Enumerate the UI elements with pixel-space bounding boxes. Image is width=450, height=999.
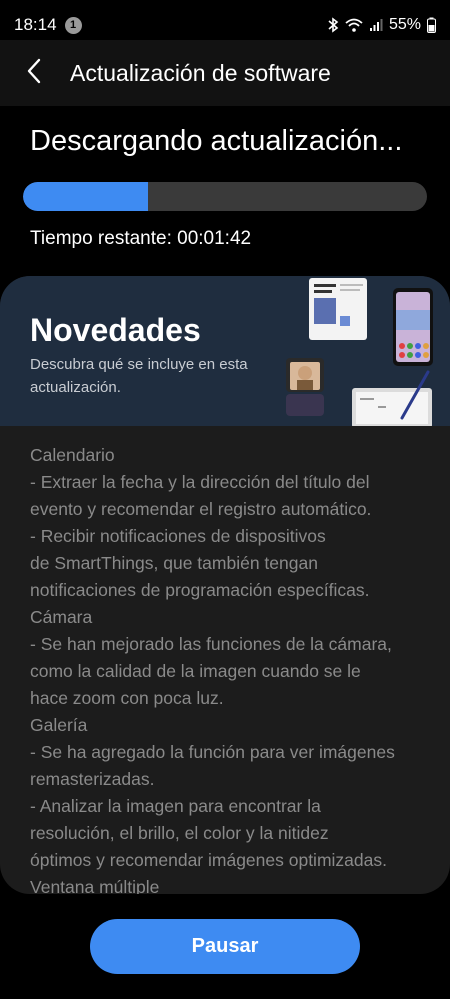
download-progress-fill (23, 182, 149, 211)
status-right: 55% (327, 16, 436, 34)
page-title: Actualización de software (70, 59, 331, 86)
release-note-line: Calendario (30, 445, 115, 465)
app-header: Actualización de software (0, 40, 450, 106)
release-notes: Calendario - Extraer la fecha y la direc… (30, 442, 430, 894)
release-note-line: Galería (30, 715, 88, 735)
release-note-line: óptimos y recomendar imágenes optimizada… (30, 850, 387, 870)
wifi-icon (345, 18, 363, 32)
battery-charging-icon (427, 17, 436, 33)
whats-new-card[interactable]: Novedades Descubra qué se incluye en est… (0, 276, 450, 894)
pause-button[interactable]: Pausar (90, 919, 360, 974)
whats-new-title: Novedades (30, 312, 201, 348)
device-showcase-illustration (286, 278, 433, 426)
release-note-line: notificaciones de programación específic… (30, 580, 370, 600)
release-note-line: como la calidad de la imagen cuando se l… (30, 661, 361, 681)
battery-percentage: 55% (388, 16, 421, 33)
download-progress-bar (23, 182, 427, 211)
release-note-line: - Se ha agregado la función para ver imá… (30, 742, 395, 762)
download-status-title: Descargando actualización... (30, 125, 403, 157)
signal-icon (369, 18, 383, 32)
status-left: 18:14 1 (14, 15, 82, 35)
release-note-line: resolución, el brillo, el color y la nit… (30, 823, 329, 843)
whats-new-banner: Novedades Descubra qué se incluye en est… (0, 276, 450, 426)
bluetooth-icon (327, 17, 339, 33)
whats-new-subtitle: Descubra qué se incluye en esta actualiz… (30, 356, 248, 396)
release-note-line: - Recibir notificaciones de dispositivos (30, 526, 326, 546)
release-note-line: - Analizar la imagen para encontrar la (30, 796, 321, 816)
release-note-line: de SmartThings, que también tengan (30, 553, 318, 573)
status-time: 18:14 (14, 15, 57, 34)
release-note-line: - Extraer la fecha y la dirección del tí… (30, 472, 370, 492)
release-note-line: evento y recomendar el registro automáti… (30, 499, 372, 519)
release-note-line: Ventana múltiple (30, 877, 160, 894)
release-note-line: - Se han mejorado las funciones de la cá… (30, 634, 392, 654)
release-note-line: remasterizadas. (30, 769, 155, 789)
time-remaining: Tiempo restante: 00:01:42 (30, 228, 252, 249)
notification-count-badge: 1 (64, 16, 82, 34)
back-button[interactable] (4, 43, 64, 103)
chevron-left-icon (26, 58, 42, 89)
release-note-line: hace zoom con poca luz. (30, 688, 224, 708)
release-note-line: Cámara (30, 607, 93, 627)
